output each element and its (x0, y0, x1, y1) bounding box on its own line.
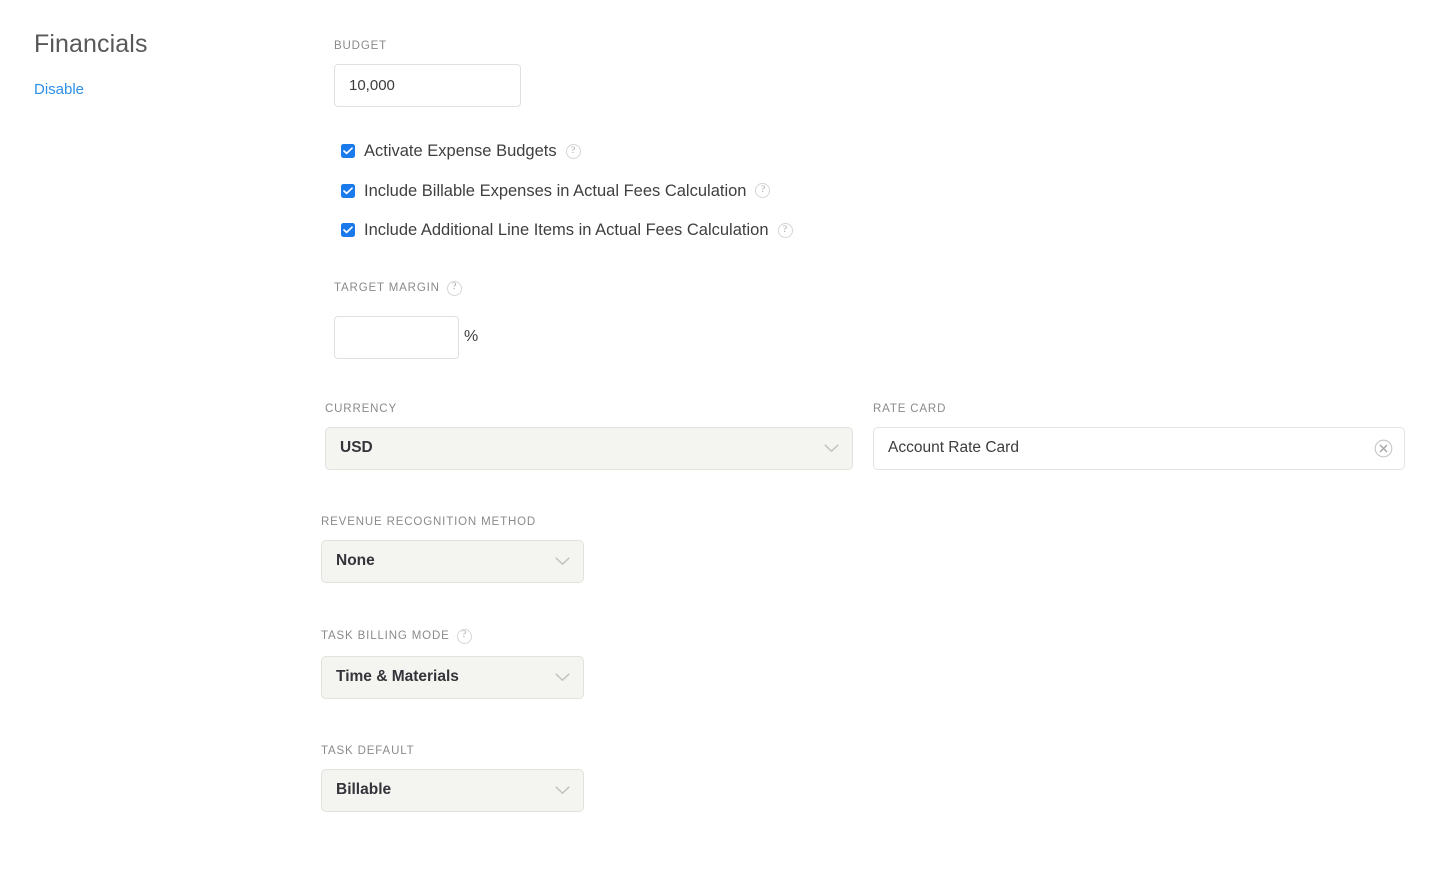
revenue-recognition-field-group: REVENUE RECOGNITION METHOD None (321, 516, 1405, 583)
rate-card-input[interactable]: Account Rate Card (873, 426, 1405, 470)
checkbox-row-include-additional-line-items[interactable]: Include Additional Line Items in Actual … (341, 222, 1405, 239)
task-default-selected-value: Billable (336, 781, 392, 798)
budget-input[interactable] (334, 64, 521, 107)
task-billing-mode-select[interactable]: Time & Materials (321, 655, 584, 699)
task-default-label: TASK DEFAULT (321, 744, 415, 757)
target-margin-input[interactable] (334, 315, 459, 359)
currency-ratecard-row: CURRENCY USD RATE CARD Account Rate Card (320, 403, 1405, 470)
task-billing-mode-label-row: TASK BILLING MODE ? (321, 628, 1405, 644)
help-icon[interactable]: ? (755, 183, 771, 199)
help-icon[interactable]: ? (456, 628, 472, 644)
percent-sign: % (464, 328, 479, 345)
checkbox-group: Activate Expense Budgets ? Include Billa… (320, 143, 1405, 239)
target-margin-label-row: TARGET MARGIN ? (334, 280, 1405, 296)
chevron-down-icon (555, 672, 570, 681)
checkbox-include-billable-expenses[interactable] (341, 183, 355, 198)
currency-label: CURRENCY (325, 402, 397, 415)
disable-link[interactable]: Disable (34, 81, 84, 98)
checkbox-label: Include Additional Line Items in Actual … (364, 221, 769, 239)
section-header: Financials Disable (34, 30, 304, 99)
chevron-down-icon (555, 785, 570, 794)
checkbox-include-additional-line-items[interactable] (341, 223, 355, 238)
revenue-recognition-label: REVENUE RECOGNITION METHOD (321, 515, 537, 528)
task-default-select[interactable]: Billable (321, 768, 584, 812)
budget-field-group: BUDGET (320, 40, 1405, 107)
task-default-field-group: TASK DEFAULT Billable (321, 745, 1405, 812)
currency-select[interactable]: USD (325, 426, 853, 470)
target-margin-label: TARGET MARGIN (334, 282, 440, 294)
task-billing-mode-selected-value: Time & Materials (336, 668, 459, 685)
rate-card-value: Account Rate Card (888, 439, 1019, 456)
checkbox-row-include-billable-expenses[interactable]: Include Billable Expenses in Actual Fees… (341, 181, 1405, 200)
currency-selected-value: USD (340, 439, 373, 456)
checkmark-icon (343, 187, 353, 194)
currency-field-group: CURRENCY USD (325, 403, 853, 470)
revenue-recognition-selected-value: None (336, 552, 375, 569)
checkbox-label: Activate Expense Budgets (364, 142, 557, 160)
help-icon[interactable]: ? (446, 280, 462, 296)
budget-label: BUDGET (334, 40, 388, 52)
checkmark-icon (343, 147, 353, 155)
checkbox-row-activate-expense-budgets[interactable]: Activate Expense Budgets ? (341, 143, 1405, 160)
help-icon[interactable]: ? (565, 143, 581, 159)
target-margin-field-group: TARGET MARGIN ? % (334, 280, 1405, 359)
clear-circle-icon[interactable] (1374, 439, 1393, 458)
help-icon[interactable]: ? (777, 222, 793, 238)
chevron-down-icon (555, 556, 570, 565)
chevron-down-icon (824, 443, 839, 452)
checkmark-icon (343, 226, 353, 234)
revenue-recognition-select[interactable]: None (321, 539, 584, 583)
page-title: Financials (34, 30, 148, 58)
checkbox-label: Include Billable Expenses in Actual Fees… (364, 181, 747, 200)
checkbox-activate-expense-budgets[interactable] (341, 144, 355, 159)
target-margin-input-row: % (334, 315, 1405, 359)
rate-card-label: RATE CARD (873, 402, 947, 415)
task-billing-mode-field-group: TASK BILLING MODE ? Time & Materials (321, 628, 1405, 699)
financials-form: BUDGET Activate Expense Budgets ? Includ… (320, 40, 1405, 812)
task-billing-mode-label: TASK BILLING MODE (321, 630, 450, 642)
rate-card-field-group: RATE CARD Account Rate Card (873, 403, 1405, 470)
